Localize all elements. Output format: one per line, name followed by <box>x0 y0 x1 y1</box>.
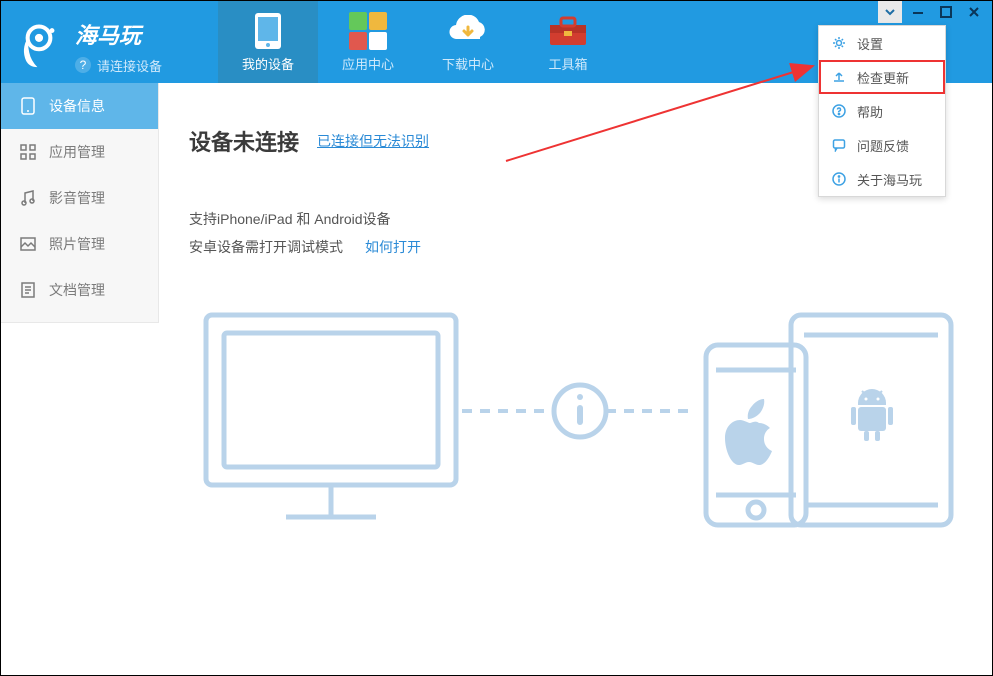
support-text: 支持iPhone/iPad 和 Android设备 <box>189 205 962 233</box>
minimize-button[interactable] <box>906 1 930 23</box>
sidebar-item-label: 设备信息 <box>49 96 105 116</box>
nav-label: 工具箱 <box>549 54 588 73</box>
connect-hint-label: 请连接设备 <box>97 56 162 75</box>
maximize-button[interactable] <box>934 1 958 23</box>
menu-item-feedback[interactable]: 问题反馈 <box>819 128 945 162</box>
image-icon <box>19 235 37 253</box>
help-icon: ? <box>75 57 91 73</box>
sidebar-item-photo-manage[interactable]: 照片管理 <box>1 221 158 267</box>
close-button[interactable] <box>962 1 986 23</box>
nav-app-center[interactable]: 应用中心 <box>318 1 418 83</box>
menu-item-label: 关于海马玩 <box>857 170 922 189</box>
menu-item-help[interactable]: 帮助 <box>819 94 945 128</box>
nav-download-center[interactable]: 下载中心 <box>418 1 518 83</box>
sidebar-item-label: 文档管理 <box>49 280 105 300</box>
sidebar-item-label: 应用管理 <box>49 142 105 162</box>
menu-item-settings[interactable]: 设置 <box>819 26 945 60</box>
sidebar-item-media-manage[interactable]: 影音管理 <box>1 175 158 221</box>
menu-item-label: 设置 <box>857 34 883 53</box>
android-debug-text: 安卓设备需打开调试模式 <box>189 233 343 261</box>
menu-item-label: 问题反馈 <box>857 136 909 155</box>
grid-icon <box>19 143 37 161</box>
sidebar-item-label: 照片管理 <box>49 234 105 254</box>
app-logo-icon <box>13 20 65 72</box>
menu-item-label: 帮助 <box>857 102 883 121</box>
music-icon <box>19 189 37 207</box>
sidebar-item-device-info[interactable]: 设备信息 <box>1 83 158 129</box>
menu-item-label: 检查更新 <box>857 68 909 87</box>
cloud-download-icon <box>446 12 490 50</box>
info-icon <box>831 171 847 187</box>
sidebar-item-doc-manage[interactable]: 文档管理 <box>1 267 158 313</box>
help-circle-icon <box>831 103 847 119</box>
nav-label: 我的设备 <box>242 54 294 73</box>
sidebar-item-app-manage[interactable]: 应用管理 <box>1 129 158 175</box>
apps-icon <box>346 12 390 50</box>
upload-icon <box>831 69 847 85</box>
brand-name: 海马玩 <box>75 18 162 50</box>
menu-item-about[interactable]: 关于海马玩 <box>819 162 945 196</box>
link-connected-unrecognized[interactable]: 已连接但无法识别 <box>317 131 429 151</box>
link-how-to-open[interactable]: 如何打开 <box>365 233 421 261</box>
window-controls <box>878 1 986 23</box>
nav-label: 应用中心 <box>342 54 394 73</box>
brand-block: 海马玩 ? 请连接设备 <box>1 10 178 75</box>
sidebar: 设备信息 应用管理 影音管理 照片管理 文档管理 <box>1 83 159 323</box>
phone-icon <box>246 12 290 50</box>
page-title: 设备未连接 <box>189 125 299 157</box>
connect-hint[interactable]: ? 请连接设备 <box>75 56 162 75</box>
nav-my-device[interactable]: 我的设备 <box>218 1 318 83</box>
nav-toolbox[interactable]: 工具箱 <box>518 1 618 83</box>
sidebar-item-label: 影音管理 <box>49 188 105 208</box>
device-icon <box>19 97 37 115</box>
menu-item-check-update[interactable]: 检查更新 <box>819 60 945 94</box>
menu-toggle-button[interactable] <box>878 1 902 23</box>
toolbox-icon <box>546 12 590 50</box>
gear-icon <box>831 35 847 51</box>
nav-label: 下载中心 <box>442 54 494 73</box>
illustration <box>169 295 962 555</box>
chat-icon <box>831 137 847 153</box>
document-icon <box>19 281 37 299</box>
top-nav: 我的设备 应用中心 下载中心 <box>218 1 618 83</box>
settings-menu: 设置 检查更新 帮助 问题反馈 关于海马玩 <box>818 25 946 197</box>
